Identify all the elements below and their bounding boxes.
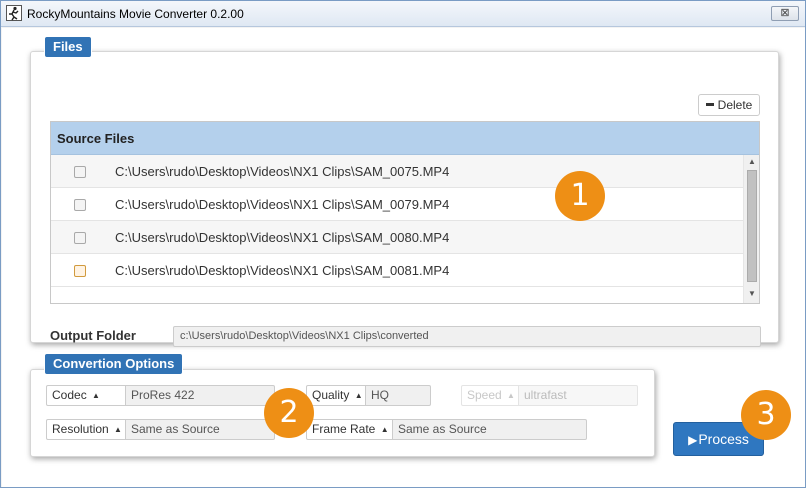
table-row[interactable]: C:\Users\rudo\Desktop\Videos\NX1 Clips\S… bbox=[51, 254, 743, 287]
app-icon bbox=[6, 5, 22, 21]
app-window: RockyMountains Movie Converter 0.2.00 ⊠ … bbox=[0, 0, 806, 488]
frame-rate-label: Frame Rate bbox=[312, 422, 376, 436]
file-path: C:\Users\rudo\Desktop\Videos\NX1 Clips\S… bbox=[115, 197, 450, 212]
speed-label: Speed bbox=[467, 388, 502, 402]
files-tag: Files bbox=[44, 36, 92, 58]
delete-button[interactable]: Delete bbox=[698, 94, 760, 116]
delete-label: Delete bbox=[717, 98, 753, 112]
caret-up-icon: ▲ bbox=[354, 391, 363, 400]
row-checkbox[interactable] bbox=[74, 166, 86, 178]
row-checkbox[interactable] bbox=[74, 232, 86, 244]
file-path: C:\Users\rudo\Desktop\Videos\NX1 Clips\S… bbox=[115, 164, 450, 179]
output-folder-input[interactable]: c:\Users\rudo\Desktop\Videos\NX1 Clips\c… bbox=[173, 326, 761, 347]
frame-rate-value: Same as Source bbox=[393, 419, 587, 440]
codec-dropdown[interactable]: Codec ▲ bbox=[46, 385, 126, 406]
resolution-value: Same as Source bbox=[126, 419, 275, 440]
codec-value: ProRes 422 bbox=[126, 385, 275, 406]
annotation-badge-2: 2 bbox=[264, 388, 314, 438]
scroll-thumb[interactable] bbox=[747, 170, 757, 282]
row-checkbox[interactable] bbox=[74, 265, 86, 277]
quality-dropdown[interactable]: Quality ▲ bbox=[306, 385, 366, 406]
frame-rate-dropdown[interactable]: Frame Rate ▲ bbox=[306, 419, 393, 440]
minus-icon bbox=[705, 103, 714, 107]
table-row[interactable]: C:\Users\rudo\Desktop\Videos\NX1 Clips\S… bbox=[51, 188, 743, 221]
resolution-label: Resolution bbox=[52, 422, 109, 436]
close-button[interactable]: ⊠ bbox=[771, 6, 799, 21]
scroll-down-icon[interactable]: ▼ bbox=[744, 287, 759, 301]
quality-label: Quality bbox=[312, 388, 350, 402]
quality-value: HQ bbox=[366, 385, 431, 406]
close-icon: ⊠ bbox=[780, 7, 790, 19]
content-area: Delete Source Files C:\Users\rudo\Deskto… bbox=[2, 28, 805, 487]
codec-label: Codec bbox=[52, 388, 87, 402]
files-panel: Delete Source Files C:\Users\rudo\Deskto… bbox=[30, 51, 779, 347]
scroll-up-icon[interactable]: ▲ bbox=[744, 155, 759, 169]
conversion-options-tag: Convertion Options bbox=[44, 353, 184, 375]
speed-value: ultrafast bbox=[519, 385, 638, 406]
play-icon: ▶ bbox=[688, 433, 698, 447]
table-row[interactable]: C:\Users\rudo\Desktop\Videos\NX1 Clips\S… bbox=[51, 155, 743, 188]
title-bar[interactable]: RockyMountains Movie Converter 0.2.00 ⊠ bbox=[1, 1, 805, 27]
speed-dropdown: Speed ▲ bbox=[461, 385, 519, 406]
table-header-source-files: Source Files bbox=[51, 122, 759, 155]
source-files-table: Source Files C:\Users\rudo\Desktop\Video… bbox=[50, 121, 760, 304]
window-title: RockyMountains Movie Converter 0.2.00 bbox=[27, 7, 244, 21]
row-checkbox[interactable] bbox=[74, 199, 86, 211]
annotation-badge-1: 1 bbox=[555, 171, 605, 221]
caret-up-icon: ▲ bbox=[114, 425, 122, 434]
caret-up-icon: ▲ bbox=[507, 391, 515, 400]
output-folder-label: Output Folder bbox=[50, 328, 136, 343]
table-row[interactable]: C:\Users\rudo\Desktop\Videos\NX1 Clips\S… bbox=[51, 221, 743, 254]
caret-up-icon: ▲ bbox=[380, 425, 389, 434]
annotation-badge-3: 3 bbox=[741, 390, 791, 440]
process-label: Process bbox=[698, 431, 749, 447]
file-path: C:\Users\rudo\Desktop\Videos\NX1 Clips\S… bbox=[115, 230, 450, 245]
file-path: C:\Users\rudo\Desktop\Videos\NX1 Clips\S… bbox=[115, 263, 450, 278]
vertical-scrollbar[interactable]: ▲ ▼ bbox=[743, 155, 759, 303]
caret-up-icon: ▲ bbox=[92, 391, 100, 400]
conversion-options-panel: Codec ▲ ProRes 422 Quality ▲ HQ Speed ▲ … bbox=[30, 369, 655, 457]
resolution-dropdown[interactable]: Resolution ▲ bbox=[46, 419, 126, 440]
